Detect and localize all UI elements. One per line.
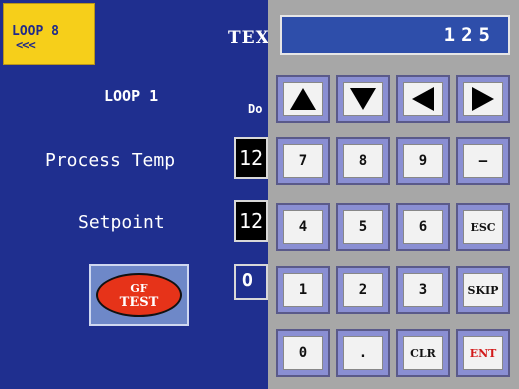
key-2[interactable]: 2 [336,266,390,314]
left-arrow-key[interactable] [396,75,450,123]
down-arrow-key[interactable] [336,75,390,123]
loop-panel: LOOP 8 <<< TEX LOOP 1 Do Process Temp 12… [0,0,270,389]
key-skip[interactable]: SKIP [456,266,510,314]
key-label: . [343,336,383,370]
gf-test-line2: TEST [119,295,159,310]
key-label: 2 [343,273,383,307]
key-label: 9 [403,144,443,178]
key-label: 4 [283,210,323,244]
key-7[interactable]: 7 [276,137,330,185]
key-label: 7 [283,144,323,178]
key-9[interactable]: 9 [396,137,450,185]
right-arrow-key[interactable] [456,75,510,123]
key-8[interactable]: 8 [336,137,390,185]
key-5[interactable]: 5 [336,203,390,251]
down-arrow-icon [350,88,376,110]
key-label: 1 [283,273,323,307]
output-field-fragment[interactable]: O [234,264,268,300]
setpoint-label: Setpoint [78,212,165,233]
loop-8-button[interactable]: LOOP 8 <<< [3,3,95,65]
key-minus[interactable]: — [456,137,510,185]
key-label: 6 [403,210,443,244]
gf-test-button[interactable]: GF TEST [89,264,189,326]
key-label: ESC [463,210,503,244]
loop-button-label: LOOP 8 [12,24,59,39]
key-0[interactable]: 0 [276,329,330,377]
key-decimal[interactable]: . [336,329,390,377]
gf-test-line1: GF [130,282,148,295]
key-4[interactable]: 4 [276,203,330,251]
key-clr[interactable]: CLR [396,329,450,377]
key-ent[interactable]: ENT [456,329,510,377]
key-label: 3 [403,273,443,307]
up-arrow-key[interactable] [276,75,330,123]
left-arrow-icon [412,87,434,111]
page-title-fragment: TEX [228,28,270,48]
key-label: SKIP [463,273,503,307]
right-arrow-icon [472,87,494,111]
key-6[interactable]: 6 [396,203,450,251]
numeric-keypad: 125 7 8 9 — 4 5 6 ESC 1 2 3 SKIP 0 . CLR… [268,0,519,389]
up-arrow-icon [290,88,316,110]
key-label: CLR [403,336,443,370]
gf-test-oval: GF TEST [96,273,182,317]
back-arrows-icon: <<< [16,38,36,52]
key-esc[interactable]: ESC [456,203,510,251]
keypad-display: 125 [280,15,510,55]
loop-heading: LOOP 1 [104,87,159,105]
key-3[interactable]: 3 [396,266,450,314]
key-label: 0 [283,336,323,370]
key-label: 5 [343,210,383,244]
column-header-fragment: Do [248,102,263,116]
process-temp-label: Process Temp [45,150,176,171]
setpoint-value[interactable]: 12 [234,200,268,242]
process-temp-value[interactable]: 12 [234,137,268,179]
key-label: — [463,144,503,178]
key-1[interactable]: 1 [276,266,330,314]
key-label: 8 [343,144,383,178]
key-label: ENT [463,336,503,370]
